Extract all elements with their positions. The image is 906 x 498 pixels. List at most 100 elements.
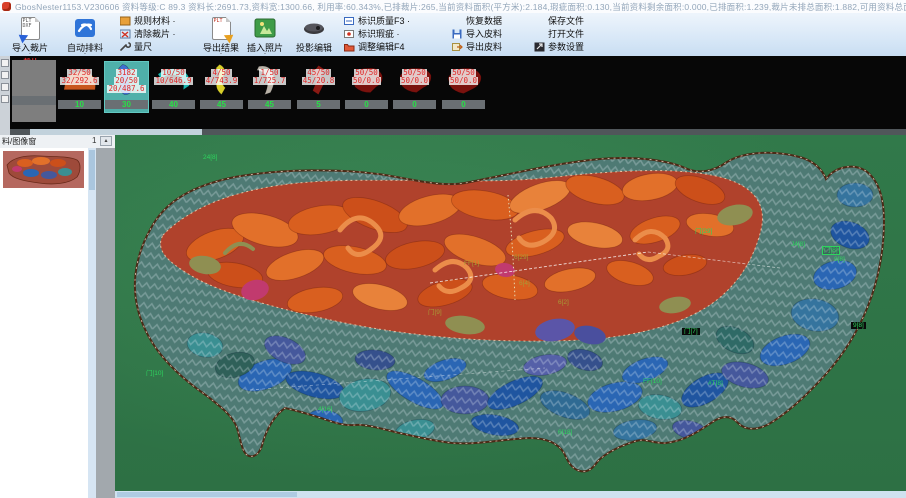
piece-id-label: 9[8] <box>834 256 845 263</box>
part-usage-line: 50/0.0 <box>400 77 429 85</box>
piece-id-label: #T[8] <box>708 380 723 387</box>
mark-flaw-label: 标识瑕疵 · <box>358 27 400 40</box>
import-leather-button[interactable]: 导入皮料 <box>452 27 502 40</box>
restore-data-button[interactable]: 恢复数据 <box>466 14 502 27</box>
flaw-icon <box>344 29 355 39</box>
part-usage-line: 32/292.6 <box>60 77 98 85</box>
part-usage-line: 1/725.7 <box>253 77 287 85</box>
projection-edit-label: 投影编辑 <box>288 41 340 54</box>
part-usage-text: 318220/5020/487.6 <box>105 69 148 93</box>
export-leather-button[interactable]: 导出皮料 <box>452 40 502 53</box>
toolbar: PLTDXF 导入裁片 . 自动排料 . 规则材料 · 清除裁片 · 量尺 PL… <box>0 13 906 57</box>
projector-icon <box>302 16 326 40</box>
wrench-icon <box>120 42 131 52</box>
app-title: GbosNester1153.V230606 资料等级:C 89.3 资料长:2… <box>15 1 906 13</box>
part-thumbnail[interactable]: 4/504/743.945 <box>200 62 243 112</box>
export-leather-label: 导出皮料 <box>466 40 502 53</box>
parts-row: 32/5032/292.610318220/5020/487.63010/501… <box>0 60 906 120</box>
piece-id-label: FF[1] <box>464 260 479 267</box>
part-thumbnail[interactable]: 50/5050/0.00 <box>345 62 388 112</box>
settings-icon <box>534 42 545 52</box>
panel-scroll-up-button[interactable]: ▴ <box>100 136 112 146</box>
left-panel-title: 料/图像窗 <box>2 136 36 147</box>
measure-label: 量尺 <box>134 40 152 53</box>
save-file-label: 保存文件 <box>548 14 584 27</box>
mark-quality-label: 标识质量F3 · <box>358 14 410 27</box>
export-arrow-icon <box>452 42 463 52</box>
part-thumbnail[interactable]: 45/5045/20.8 5 <box>297 62 340 112</box>
nesting-canvas[interactable]: 24[8]门[29]J4[8]门[8]9[8]FF[1]6[29]6[4]6[2… <box>115 135 906 498</box>
piece-id-label: FF[10] <box>643 378 662 385</box>
mark-quality-button[interactable]: 标识质量F3 · <box>344 14 410 27</box>
piece-id-label: 6[2] <box>558 299 569 306</box>
part-usage-line: 4/743.9 <box>205 77 239 85</box>
hide-minimap[interactable] <box>3 151 84 188</box>
import-pieces-button[interactable]: PLTDXF 导入裁片 . <box>4 14 56 54</box>
part-count-bar: 45 <box>248 100 291 109</box>
part-usage-line: 10/646.9 <box>154 77 192 85</box>
part-thumbnail[interactable]: 1/501/725.7 45 <box>248 62 291 112</box>
open-file-label: 打开文件 <box>548 27 584 40</box>
open-file-button[interactable]: 打开文件 <box>548 27 584 40</box>
part-thumbnail[interactable]: 10/5010/646.940 <box>152 62 195 112</box>
clear-pieces-label: 清除裁片 · <box>134 27 176 40</box>
clear-pieces-button[interactable]: 清除裁片 · <box>120 27 176 40</box>
part-count-bar: 0 <box>393 100 436 109</box>
insert-photo-icon <box>253 16 277 40</box>
piece-id-label: 门[7] <box>682 328 700 335</box>
parts-strip: 裁片: 32/5032/292.610318220/5020/487.63010… <box>0 56 906 135</box>
piece-id-label: 门[8] <box>822 246 840 255</box>
piece-id-label: 6[4] <box>519 280 530 287</box>
clear-icon <box>120 29 131 39</box>
material-image-panel <box>0 148 88 498</box>
part-count-bar: 10 <box>58 100 101 109</box>
adjust-edit-button[interactable]: 调整编辑F4 <box>344 40 405 53</box>
piece-id-label: 6[29] <box>514 254 528 261</box>
piece-id-label: 9[8] <box>851 322 866 329</box>
auto-nest-icon <box>73 16 97 40</box>
part-thumbnail[interactable]: 318220/5020/487.630 <box>105 62 148 112</box>
part-thumbnail[interactable]: 32/5032/292.610 <box>58 62 101 112</box>
dropdown-dot: . <box>264 50 266 54</box>
import-leather-label: 导入皮料 <box>466 27 502 40</box>
auto-nest-button[interactable]: 自动排料 . <box>58 14 112 54</box>
part-count-bar: 5 <box>297 100 340 109</box>
rule-material-button[interactable]: 规则材料 · <box>120 14 176 27</box>
app-icon <box>2 2 11 11</box>
canvas-horizontal-scrollbar[interactable] <box>115 491 906 498</box>
dropdown-dot: . <box>220 50 222 54</box>
part-usage-text: 4/504/743.9 <box>200 69 243 85</box>
save-file-button[interactable]: 保存文件 <box>548 14 584 27</box>
dropdown-dot: . <box>29 50 31 54</box>
restore-data-label: 恢复数据 <box>466 14 502 27</box>
part-thumbnail[interactable]: 50/5050/0.0 0 <box>442 62 485 112</box>
canvas-scrollbar-thumb[interactable] <box>117 492 297 497</box>
left-panel-page-number: 1 <box>92 136 96 145</box>
quality-zone-icon <box>344 16 355 26</box>
param-settings-button[interactable]: 参数设置 <box>534 40 584 53</box>
piece-id-label: 24[8] <box>203 154 217 161</box>
measure-button[interactable]: 量尺 <box>120 40 152 53</box>
panel-vertical-scrollbar[interactable] <box>88 148 96 498</box>
part-usage-line: 20/487.6 <box>107 85 145 93</box>
material-icon <box>120 16 131 26</box>
export-file-icon: PLT <box>209 16 233 40</box>
disk-icon <box>452 29 463 39</box>
part-usage-text: 50/5050/0.0 <box>345 69 388 85</box>
piece-id-label: J4[8] <box>791 241 805 248</box>
export-result-button[interactable]: PLT 导出结果 . <box>196 14 246 54</box>
projection-edit-button[interactable]: 投影编辑 <box>288 14 340 54</box>
part-usage-text: 45/5045/20.8 <box>297 69 340 85</box>
part-thumbnail[interactable]: 50/5050/0.00 <box>393 62 436 112</box>
insert-photo-button[interactable]: 插入照片 . <box>240 14 290 54</box>
part-count-bar: 0 <box>442 100 485 109</box>
mark-flaw-button[interactable]: 标识瑕疵 · <box>344 27 400 40</box>
piece-id-label: 6[18] <box>558 429 572 436</box>
piece-id-label: 门[29] <box>695 228 712 235</box>
piece-id-label: 门[10] <box>146 370 163 377</box>
part-usage-text: 50/5050/0.0 <box>442 69 485 85</box>
dropdown-dot: . <box>84 50 86 54</box>
part-usage-text: 1/501/725.7 <box>248 69 291 85</box>
param-settings-label: 参数设置 <box>548 40 584 53</box>
import-file-icon: PLTDXF <box>18 16 42 40</box>
